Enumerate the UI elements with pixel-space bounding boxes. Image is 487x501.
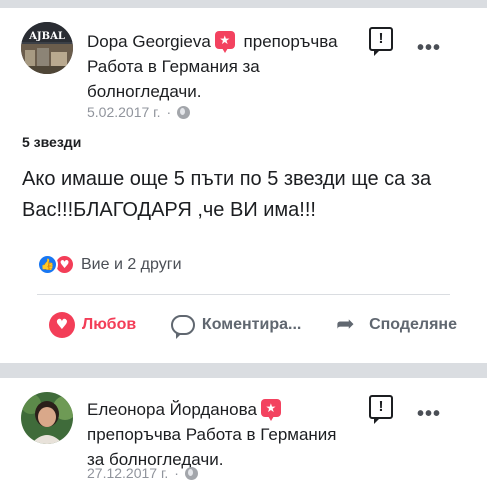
report-icon[interactable]: ! <box>369 27 393 56</box>
rating-label: 5 звезди <box>22 134 82 150</box>
review-card: Елеонора Йорданова препоръчва Работа в Г… <box>0 378 487 501</box>
recommend-icon <box>214 31 235 53</box>
review-card: AJBAL Dopa Georgieva препоръчва Работа в… <box>0 8 487 363</box>
heart-icon: ♥ <box>49 312 75 338</box>
post-date[interactable]: 5.02.2017 г. <box>87 104 160 120</box>
author-name[interactable]: Dopa Georgieva <box>87 32 211 51</box>
recommend-icon <box>260 399 281 421</box>
meta-separator: · <box>174 465 179 481</box>
more-options-icon[interactable]: ••• <box>417 404 441 424</box>
top-separator <box>0 0 487 8</box>
author-avatar[interactable] <box>21 392 73 444</box>
svg-text:AJBAL: AJBAL <box>28 31 65 42</box>
comment-label: Коментира... <box>201 316 302 333</box>
comment-button[interactable]: Коментира... <box>170 315 302 339</box>
love-label: Любов <box>82 316 137 333</box>
report-icon[interactable]: ! <box>369 395 393 424</box>
share-label: Споделяне <box>369 316 457 333</box>
share-button[interactable]: ➦ Споделяне <box>336 314 457 336</box>
post-header: Dopa Georgieva препоръчва Работа в Герма… <box>87 29 377 104</box>
reactions-summary[interactable]: 👍 ♥ Вие и 2 други <box>37 254 182 275</box>
post-date[interactable]: 27.12.2017 г. <box>87 465 168 481</box>
recommend-text[interactable]: препоръчва Работа в Германия за болногле… <box>87 425 337 469</box>
action-bar: ♥ Любов Коментира... ➦ Споделяне <box>37 308 457 342</box>
meta-separator: · <box>166 104 172 120</box>
globe-icon <box>184 466 198 480</box>
post-header: Елеонора Йорданова препоръчва Работа в Г… <box>87 397 357 472</box>
comment-icon <box>170 315 195 339</box>
review-text: Ако имаше още 5 пъти по 5 звезди ще са з… <box>22 168 432 221</box>
divider <box>37 294 450 295</box>
author-name[interactable]: Елеонора Йорданова <box>87 400 257 419</box>
reactions-count: Вие и 2 други <box>81 255 182 273</box>
author-avatar[interactable]: AJBAL <box>21 22 73 74</box>
post-meta: 5.02.2017 г. · <box>87 104 191 120</box>
love-button[interactable]: ♥ Любов <box>37 312 136 338</box>
share-icon: ➦ <box>336 312 355 337</box>
more-options-icon[interactable]: ••• <box>417 38 441 58</box>
like-reaction-icon: 👍 <box>37 254 58 275</box>
post-meta: 27.12.2017 г. · <box>87 465 198 481</box>
globe-icon <box>177 105 191 119</box>
